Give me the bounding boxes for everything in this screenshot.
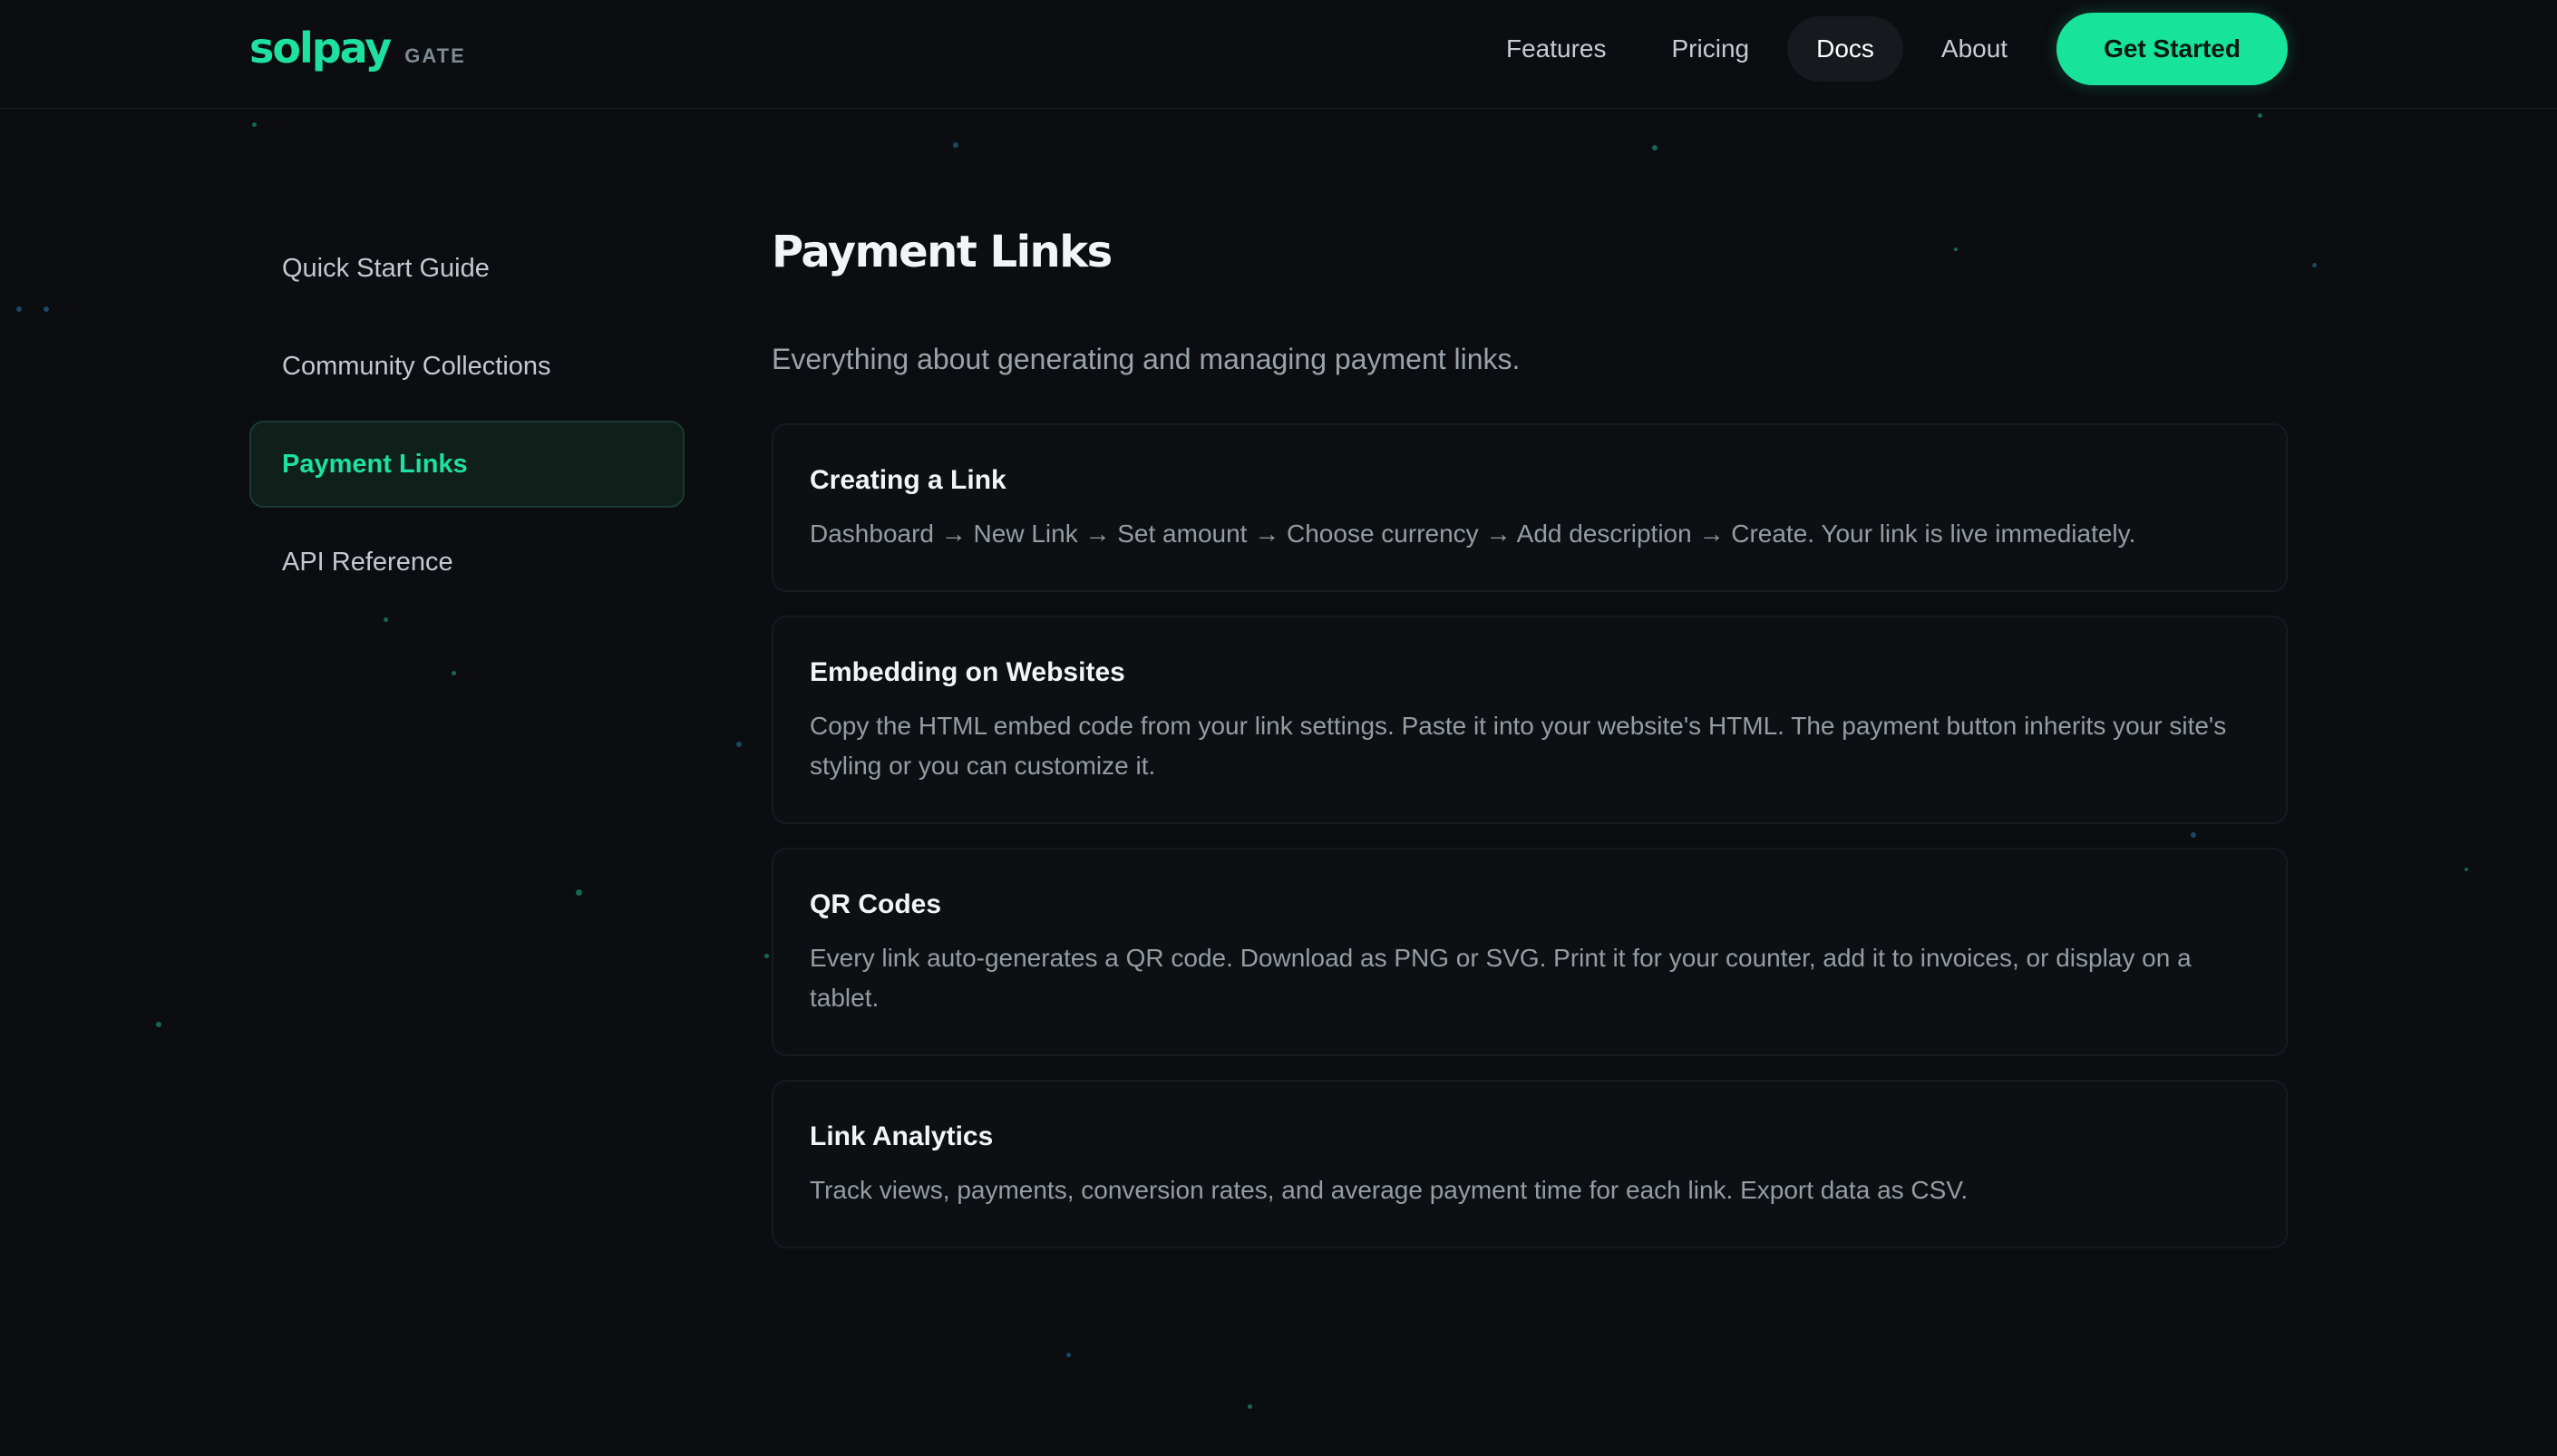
main-nav: Features Pricing Docs About Get Started [1473,13,2288,85]
card-title: Embedding on Websites [810,657,1125,687]
docs-sidebar: Quick Start Guide Community Collections … [249,225,685,616]
doc-card-creating-link: Creating a Link Dashboard → New Link → S… [772,423,2288,592]
card-body: Dashboard → New Link → Set amount → Choo… [810,519,2136,548]
doc-cards: Creating a Link Dashboard → New Link → S… [772,423,2288,1248]
docs-content: Payment Links Everything about generatin… [772,227,2288,1272]
nav-pricing[interactable]: Pricing [1639,16,1783,82]
brand-subtitle: GATE [404,44,466,67]
sidebar-item-community-collections[interactable]: Community Collections [249,323,685,410]
card-title: Creating a Link [810,465,1006,495]
sidebar-item-api-reference[interactable]: API Reference [249,519,685,606]
nav-about[interactable]: About [1909,16,2040,82]
sidebar-item-payment-links[interactable]: Payment Links [249,421,685,508]
sidebar-item-quick-start[interactable]: Quick Start Guide [249,225,685,312]
brand-name: solpay [249,24,392,73]
doc-card-link-analytics: Link Analytics Track views, payments, co… [772,1080,2288,1248]
card-body: Copy the HTML embed code from your link … [810,712,2227,780]
get-started-button[interactable]: Get Started [2056,13,2288,85]
nav-features[interactable]: Features [1473,16,1639,82]
card-title: QR Codes [810,889,942,919]
top-navbar: solpay GATE Features Pricing Docs About … [0,0,2557,109]
doc-card-embedding: Embedding on Websites Copy the HTML embe… [772,616,2288,824]
page-title: Payment Links [772,227,1113,277]
card-body: Every link auto-generates a QR code. Dow… [810,944,2192,1012]
card-title: Link Analytics [810,1121,994,1151]
nav-docs[interactable]: Docs [1787,16,1903,82]
doc-card-qr-codes: QR Codes Every link auto-generates a QR … [772,848,2288,1056]
card-body: Track views, payments, conversion rates,… [810,1176,1969,1204]
page-subtitle: Everything about generating and managing… [772,343,1521,375]
brand-logo[interactable]: solpay GATE [249,24,466,73]
